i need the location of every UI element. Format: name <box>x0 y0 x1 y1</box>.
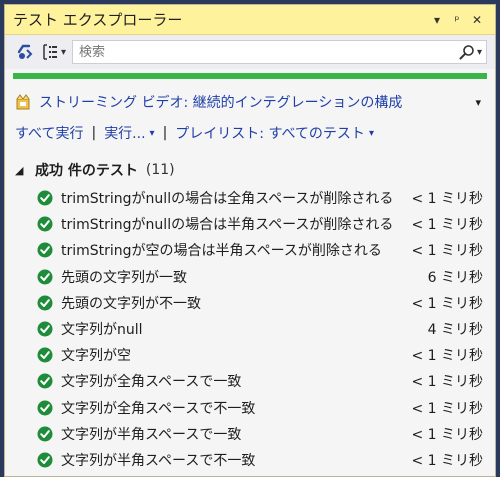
test-name: trimStringがnullの場合は全角スペースが削除される <box>61 191 393 208</box>
test-duration: < 1 ミリ秒 <box>411 243 483 260</box>
title-bar: テスト エクスプローラー ▾ ᵖ ✕ <box>5 5 495 35</box>
test-name: 文字列がnull <box>61 322 143 339</box>
close-icon[interactable]: ✕ <box>467 13 487 27</box>
pass-check-icon <box>37 321 53 337</box>
test-name: 文字列が半角スペースで一致 <box>61 426 242 443</box>
playlist-link[interactable]: プレイリスト: すべてのテスト <box>175 123 365 143</box>
test-row[interactable]: 先頭の文字列が不一致 < 1 ミリ秒 <box>15 290 485 316</box>
test-name: 文字列が全角スペースで一致 <box>61 374 242 391</box>
pass-check-icon <box>37 295 53 311</box>
run-link[interactable]: 実行... <box>104 123 145 143</box>
pass-check-icon <box>37 269 53 285</box>
pin-icon[interactable]: ᵖ <box>447 13 467 27</box>
pass-check-icon <box>37 426 53 442</box>
chevron-down-icon: ▾ <box>61 46 67 58</box>
run-tests-icon[interactable] <box>13 40 37 64</box>
separator: | <box>162 125 168 141</box>
pass-check-icon <box>37 242 53 258</box>
test-duration: 6 ミリ秒 <box>427 269 483 286</box>
test-duration: < 1 ミリ秒 <box>411 348 483 365</box>
test-duration: < 1 ミリ秒 <box>411 426 483 443</box>
test-row[interactable]: trimStringがnullの場合は全角スペースが削除される < 1 ミリ秒 <box>15 185 485 211</box>
pass-check-icon <box>37 216 53 232</box>
group-by-button[interactable]: ▾ <box>41 43 66 61</box>
search-icon <box>459 45 474 60</box>
test-name: 文字列が全角スペースで不一致 <box>61 400 256 417</box>
run-all-link[interactable]: すべて実行 <box>15 123 83 143</box>
test-list: trimStringがnullの場合は全角スペースが削除される < 1 ミリ秒 tr… <box>15 185 485 473</box>
test-row[interactable]: 文字列が全角スペースで不一致 < 1 ミリ秒 <box>15 395 485 421</box>
chevron-down-icon[interactable]: ▾ <box>150 128 155 139</box>
actions-row: すべて実行 | 実行... ▾ | プレイリスト: すべてのテスト ▾ <box>15 121 485 145</box>
test-name: trimStringがnullの場合は半角スペースが削除される <box>61 217 393 234</box>
test-row[interactable]: 文字列が空 < 1 ミリ秒 <box>15 342 485 368</box>
search-input[interactable] <box>77 41 459 63</box>
collapse-arrow-icon[interactable]: ◢ <box>15 164 33 177</box>
pass-check-icon <box>37 190 53 206</box>
test-duration: < 1 ミリ秒 <box>411 400 483 417</box>
test-row[interactable]: 文字列がnull 4 ミリ秒 <box>15 316 485 342</box>
pass-check-icon <box>37 347 53 363</box>
toolbar: ▾ ▾ <box>5 35 495 69</box>
test-duration: < 1 ミリ秒 <box>411 191 483 208</box>
pass-check-icon <box>37 452 53 468</box>
test-duration: < 1 ミリ秒 <box>411 217 483 234</box>
test-progress-bar <box>13 73 487 79</box>
test-explorer-window: テスト エクスプローラー ▾ ᵖ ✕ ▾ 検索 ▾ ストリーミング ビデオ: 継… <box>4 4 496 477</box>
playlist-icon <box>16 94 30 110</box>
playlist-title[interactable]: ストリーミング ビデオ: 継続的インテグレーションの構成 <box>39 92 475 112</box>
test-duration: < 1 ミリ秒 <box>411 295 483 312</box>
test-name: 先頭の文字列が不一致 <box>61 295 201 312</box>
group-label: 成功 件のテスト <box>35 163 138 179</box>
test-name: 文字列が空 <box>61 348 131 365</box>
dropdown-icon[interactable]: ▾ <box>427 13 447 27</box>
test-row[interactable]: 先頭の文字列が一致 6 ミリ秒 <box>15 264 485 290</box>
chevron-down-icon[interactable]: ▾ <box>475 96 481 109</box>
test-row[interactable]: 文字列が半角スペースで一致 < 1 ミリ秒 <box>15 421 485 447</box>
test-name: 先頭の文字列が一致 <box>61 269 187 286</box>
group-by-icon <box>43 44 57 60</box>
test-duration: < 1 ミリ秒 <box>411 374 483 391</box>
test-row[interactable]: 文字列が全角スペースで一致 < 1 ミリ秒 <box>15 368 485 394</box>
test-explorer-content: ストリーミング ビデオ: 継続的インテグレーションの構成 ▾ すべて実行 | 実… <box>5 91 495 473</box>
passed-group-header[interactable]: ◢ 成功 件のテスト (11) <box>15 159 485 181</box>
pass-check-icon <box>37 400 53 416</box>
test-duration: < 1 ミリ秒 <box>411 452 483 469</box>
test-row[interactable]: 文字列が半角スペースで不一致 < 1 ミリ秒 <box>15 447 485 473</box>
test-row[interactable]: trimStringが空の場合は半角スペースが削除される < 1 ミリ秒 <box>15 237 485 263</box>
test-name: 文字列が半角スペースで不一致 <box>61 452 256 469</box>
test-duration: 4 ミリ秒 <box>427 322 483 339</box>
chevron-down-icon[interactable]: ▾ <box>369 128 374 139</box>
pass-check-icon <box>37 373 53 389</box>
window-title: テスト エクスプローラー <box>13 11 183 29</box>
separator: | <box>91 125 97 141</box>
search-box: ▾ <box>72 40 487 64</box>
test-name: trimStringが空の場合は半角スペースが削除される <box>61 243 382 260</box>
search-button[interactable]: ▾ <box>459 44 482 60</box>
test-row[interactable]: trimStringがnullの場合は半角スペースが削除される < 1 ミリ秒 <box>15 211 485 237</box>
playlist-row[interactable]: ストリーミング ビデオ: 継続的インテグレーションの構成 ▾ <box>15 91 485 113</box>
group-count: (11) <box>145 162 175 178</box>
search-options-caret: ▾ <box>476 46 482 58</box>
